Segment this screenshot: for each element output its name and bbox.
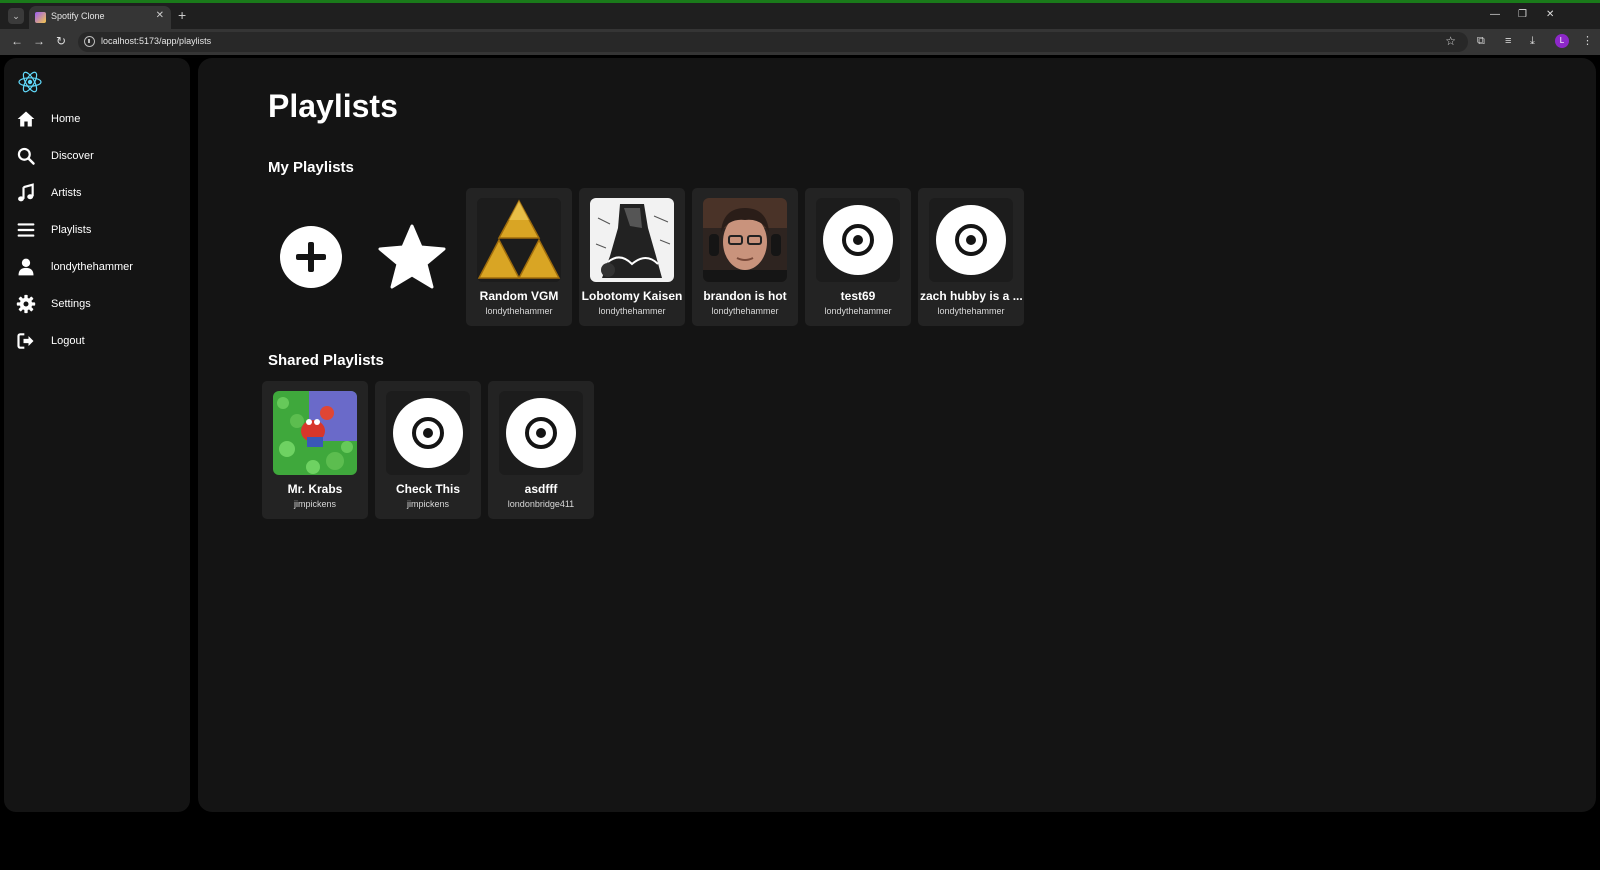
list-icon bbox=[17, 223, 35, 237]
sidebar-item-playlists[interactable]: Playlists bbox=[16, 215, 186, 245]
playlist-owner: londonbridge411 bbox=[507, 499, 575, 509]
tab-close-icon[interactable]: ✕ bbox=[156, 10, 164, 21]
playlist-card[interactable]: Lobotomy Kaisen londythehammer bbox=[579, 188, 685, 326]
playlist-owner: jimpickens bbox=[406, 499, 449, 509]
search-icon bbox=[17, 147, 35, 165]
playlist-card[interactable]: zach hubby is a ... londythehammer bbox=[918, 188, 1024, 326]
playlist-cover-image bbox=[477, 198, 561, 282]
bookmark-star-icon[interactable]: ☆ bbox=[1445, 34, 1456, 48]
address-bar[interactable]: localhost:5173/app/playlists ☆ bbox=[78, 32, 1468, 52]
person-photo-image bbox=[703, 198, 787, 282]
browser-toolbar: ← → ↻ localhost:5173/app/playlists ☆ ⧉ ≡… bbox=[0, 29, 1600, 55]
playlist-name: Mr. Krabs bbox=[287, 482, 343, 496]
shared-playlists-heading: Shared Playlists bbox=[268, 352, 384, 369]
browser-tab[interactable]: Spotify Clone ✕ bbox=[29, 6, 171, 29]
shared-playlist-card[interactable]: Check This jimpickens bbox=[375, 381, 481, 519]
sidebar-item-label: Home bbox=[51, 113, 81, 125]
tab-title: Spotify Clone bbox=[51, 11, 105, 21]
playlist-card[interactable]: Random VGM londythehammer bbox=[466, 188, 572, 326]
sidebar-item-logout[interactable]: Logout bbox=[16, 326, 186, 356]
react-logo-icon[interactable] bbox=[16, 68, 44, 96]
disc-icon bbox=[936, 205, 1006, 275]
profile-avatar[interactable]: L bbox=[1555, 34, 1569, 48]
disc-icon bbox=[823, 205, 893, 275]
disc-icon bbox=[393, 398, 463, 468]
shared-playlist-card[interactable]: Mr. Krabs jimpickens bbox=[262, 381, 368, 519]
close-window-button[interactable]: ✕ bbox=[1546, 9, 1554, 20]
bottom-area bbox=[0, 815, 1600, 870]
playlist-owner: londythehammer bbox=[598, 306, 666, 316]
sidebar-item-label: londythehammer bbox=[51, 261, 133, 273]
download-icon[interactable]: ⤓ bbox=[1530, 34, 1535, 48]
playlist-owner: londythehammer bbox=[937, 306, 1005, 316]
playlist-name: brandon is hot bbox=[703, 289, 787, 303]
playlist-cover-image bbox=[816, 198, 900, 282]
star-icon bbox=[378, 224, 446, 289]
mr-krabs-image bbox=[273, 391, 357, 475]
playlist-owner: londythehammer bbox=[711, 306, 779, 316]
create-playlist-button[interactable] bbox=[258, 188, 364, 326]
playlist-cover-image bbox=[929, 198, 1013, 282]
sidebar-item-label: Discover bbox=[51, 150, 94, 162]
music-note-icon bbox=[18, 183, 34, 202]
tab-search-button[interactable]: ⌄ bbox=[8, 8, 24, 24]
gear-icon bbox=[16, 294, 36, 314]
disc-icon bbox=[506, 398, 576, 468]
user-icon bbox=[18, 258, 34, 276]
playlist-owner: jimpickens bbox=[293, 499, 336, 509]
playlist-card[interactable]: test69 londythehammer bbox=[805, 188, 911, 326]
playlist-cover-image bbox=[590, 198, 674, 282]
site-info-icon[interactable] bbox=[84, 36, 95, 47]
sidebar-item-settings[interactable]: Settings bbox=[16, 289, 186, 319]
minimize-button[interactable]: — bbox=[1490, 9, 1500, 20]
sidebar-item-home[interactable]: Home bbox=[16, 104, 186, 134]
sidebar-item-label: Playlists bbox=[51, 224, 92, 236]
sidebar-item-label: Artists bbox=[51, 187, 82, 199]
media-queue-icon[interactable]: ≡ bbox=[1505, 34, 1511, 48]
app-container: Home Discover Artists Playlists londythe… bbox=[0, 55, 1600, 815]
my-playlists-heading: My Playlists bbox=[268, 159, 354, 176]
page-title: Playlists bbox=[268, 88, 398, 124]
tab-strip: ⌄ Spotify Clone ✕ + — ❐ ✕ bbox=[0, 3, 1600, 29]
playlist-owner: londythehammer bbox=[485, 306, 553, 316]
home-icon bbox=[17, 111, 35, 127]
back-button[interactable]: ← bbox=[11, 34, 23, 48]
new-tab-button[interactable]: + bbox=[178, 8, 186, 22]
playlist-name: test69 bbox=[840, 289, 876, 303]
sidebar-item-profile[interactable]: londythehammer bbox=[16, 252, 186, 282]
sidebar-item-label: Settings bbox=[51, 298, 91, 310]
sidebar-item-discover[interactable]: Discover bbox=[16, 141, 186, 171]
playlist-cover-image bbox=[273, 391, 357, 475]
playlist-owner: londythehammer bbox=[824, 306, 892, 316]
triforce-icon bbox=[477, 198, 561, 282]
playlist-name: zach hubby is a ... bbox=[920, 289, 1022, 303]
logout-icon bbox=[17, 333, 34, 349]
sidebar-item-artists[interactable]: Artists bbox=[16, 178, 186, 208]
sidebar-item-label: Logout bbox=[51, 335, 85, 347]
more-menu-icon[interactable]: ⋮ bbox=[1582, 34, 1593, 48]
sketch-artwork-image bbox=[590, 198, 674, 282]
favicon-icon bbox=[35, 12, 46, 23]
forward-button[interactable]: → bbox=[33, 34, 45, 48]
playlist-cover-image bbox=[386, 391, 470, 475]
playlist-name: Lobotomy Kaisen bbox=[581, 289, 683, 303]
playlist-cover-image bbox=[499, 391, 583, 475]
url-text[interactable]: localhost:5173/app/playlists bbox=[101, 36, 211, 46]
shared-playlist-card[interactable]: asdfff londonbridge411 bbox=[488, 381, 594, 519]
restore-button[interactable]: ❐ bbox=[1518, 9, 1527, 20]
sidebar: Home Discover Artists Playlists londythe… bbox=[4, 58, 190, 812]
plus-circle-icon bbox=[280, 226, 342, 288]
liked-songs-button[interactable] bbox=[359, 188, 465, 326]
extensions-icon[interactable]: ⧉ bbox=[1477, 34, 1485, 48]
reload-button[interactable]: ↻ bbox=[56, 34, 66, 48]
playlist-card[interactable]: brandon is hot londythehammer bbox=[692, 188, 798, 326]
main-content: Playlists My Playlists Random VGM londyt… bbox=[198, 58, 1596, 812]
playlist-name: asdfff bbox=[524, 482, 558, 496]
playlist-cover-image bbox=[703, 198, 787, 282]
playlist-name: Check This bbox=[395, 482, 461, 496]
playlist-name: Random VGM bbox=[479, 289, 559, 303]
